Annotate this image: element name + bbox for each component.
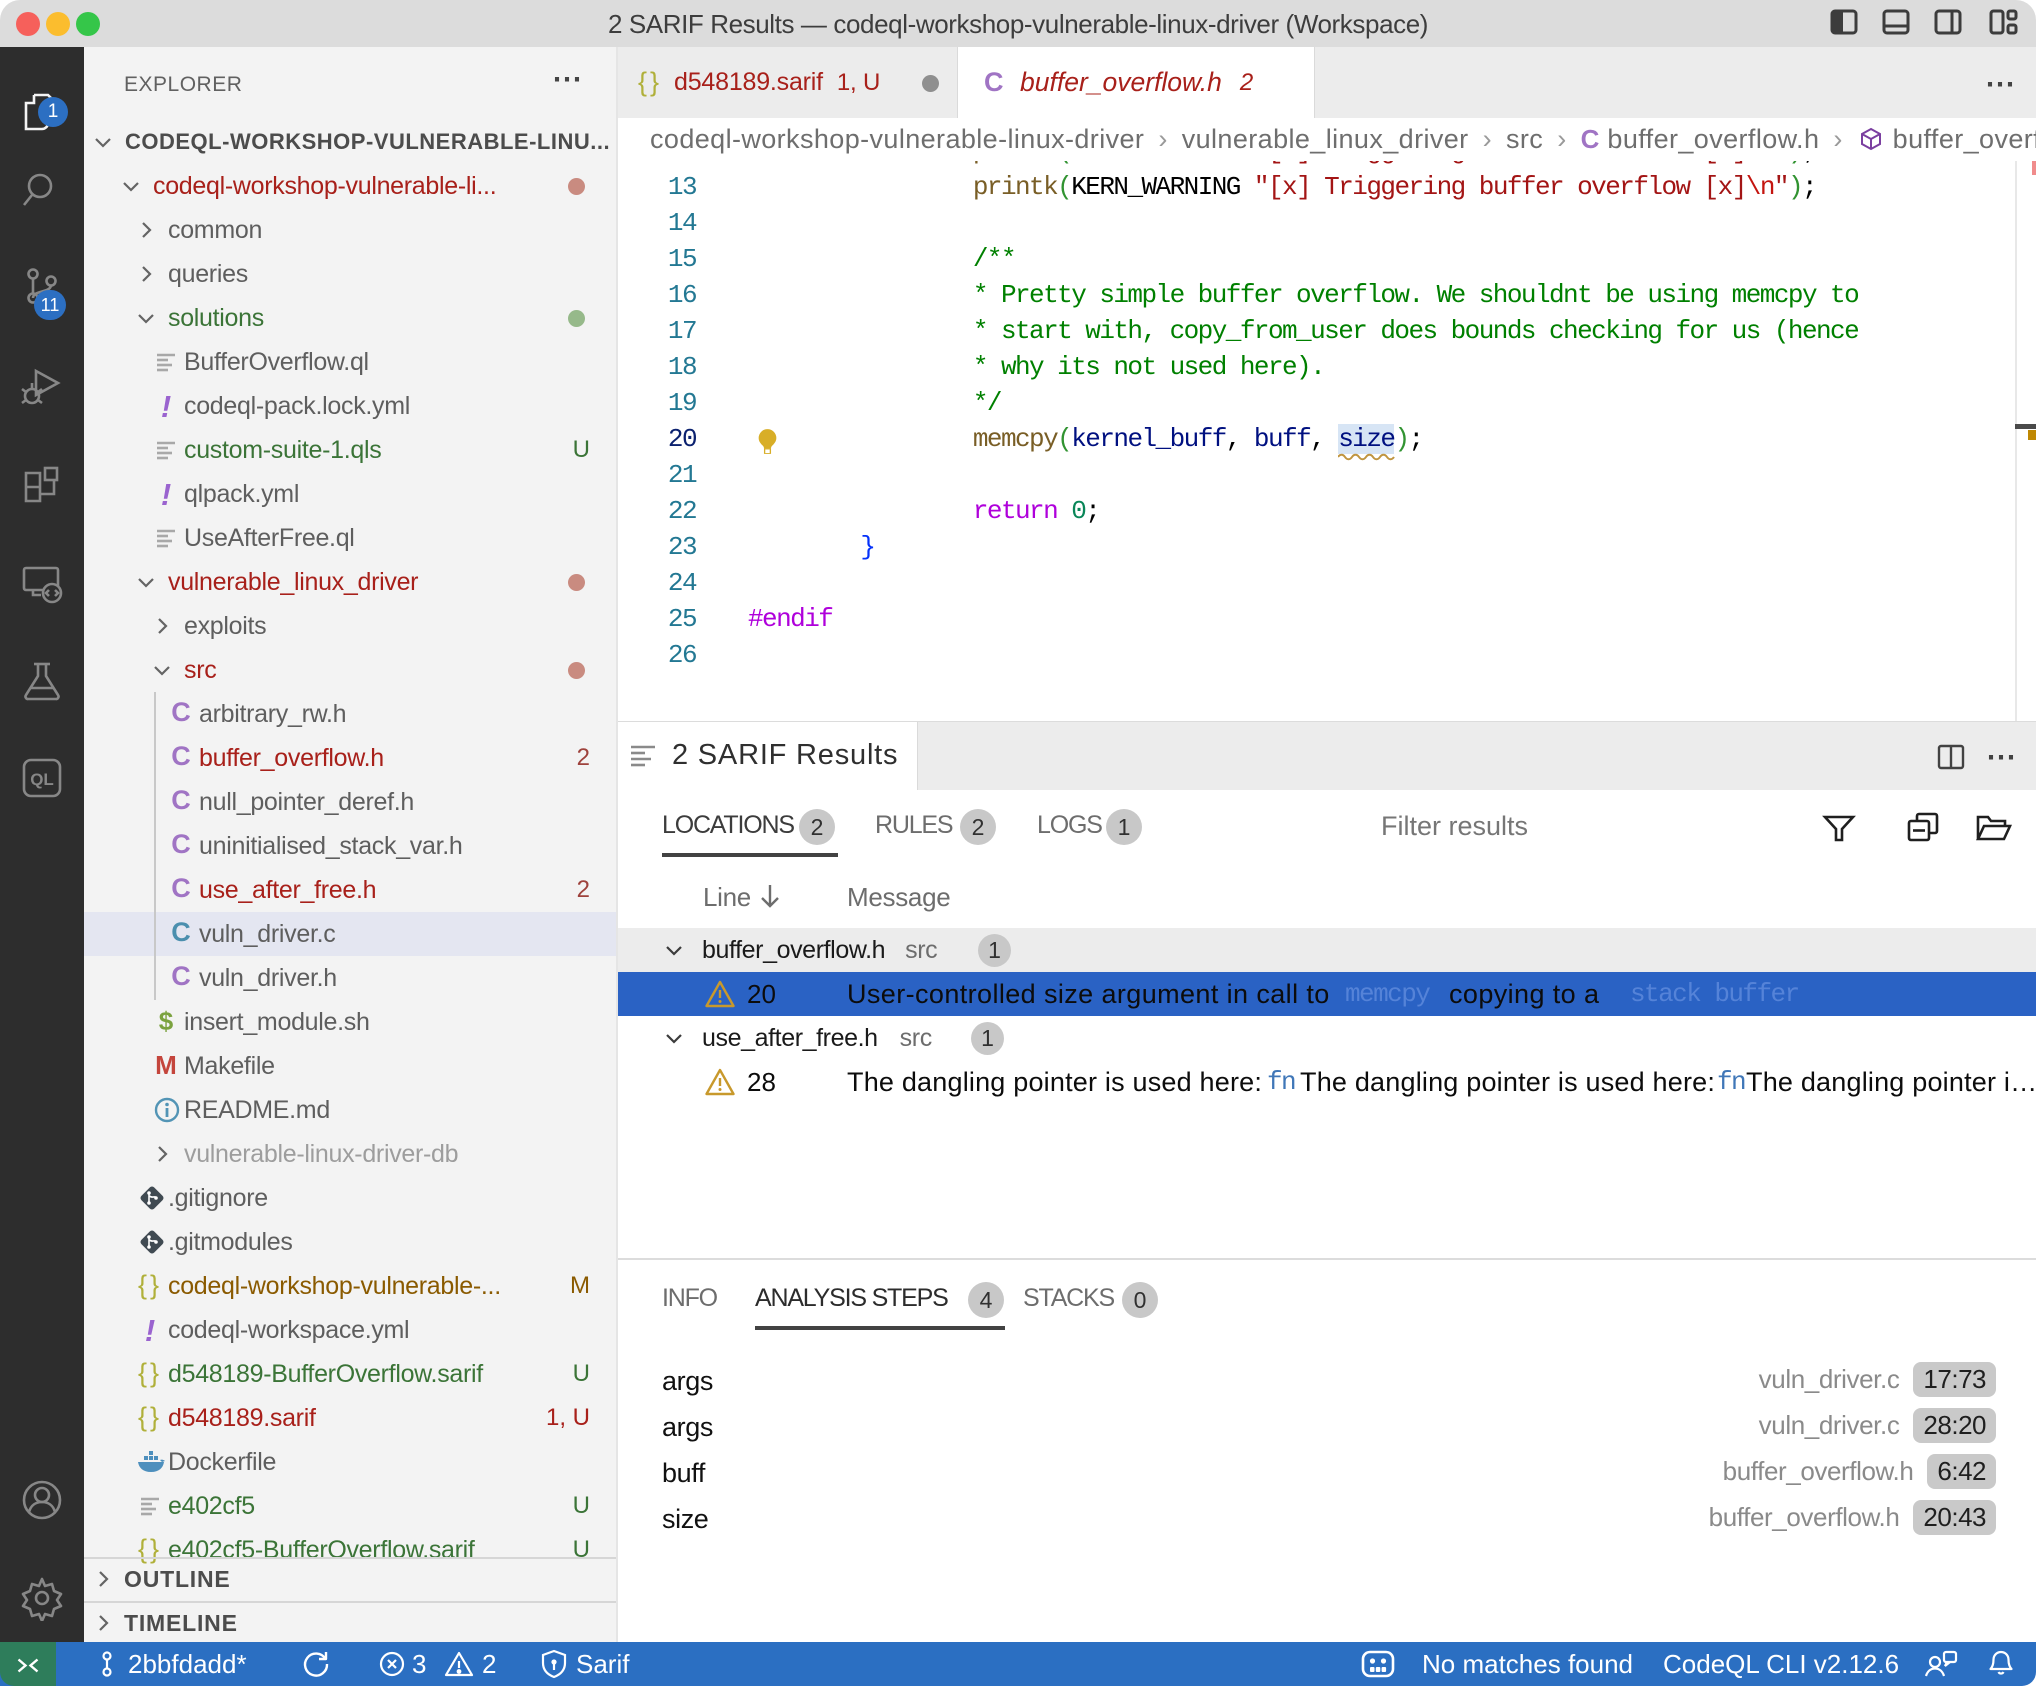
svg-text:QL: QL <box>30 770 54 789</box>
